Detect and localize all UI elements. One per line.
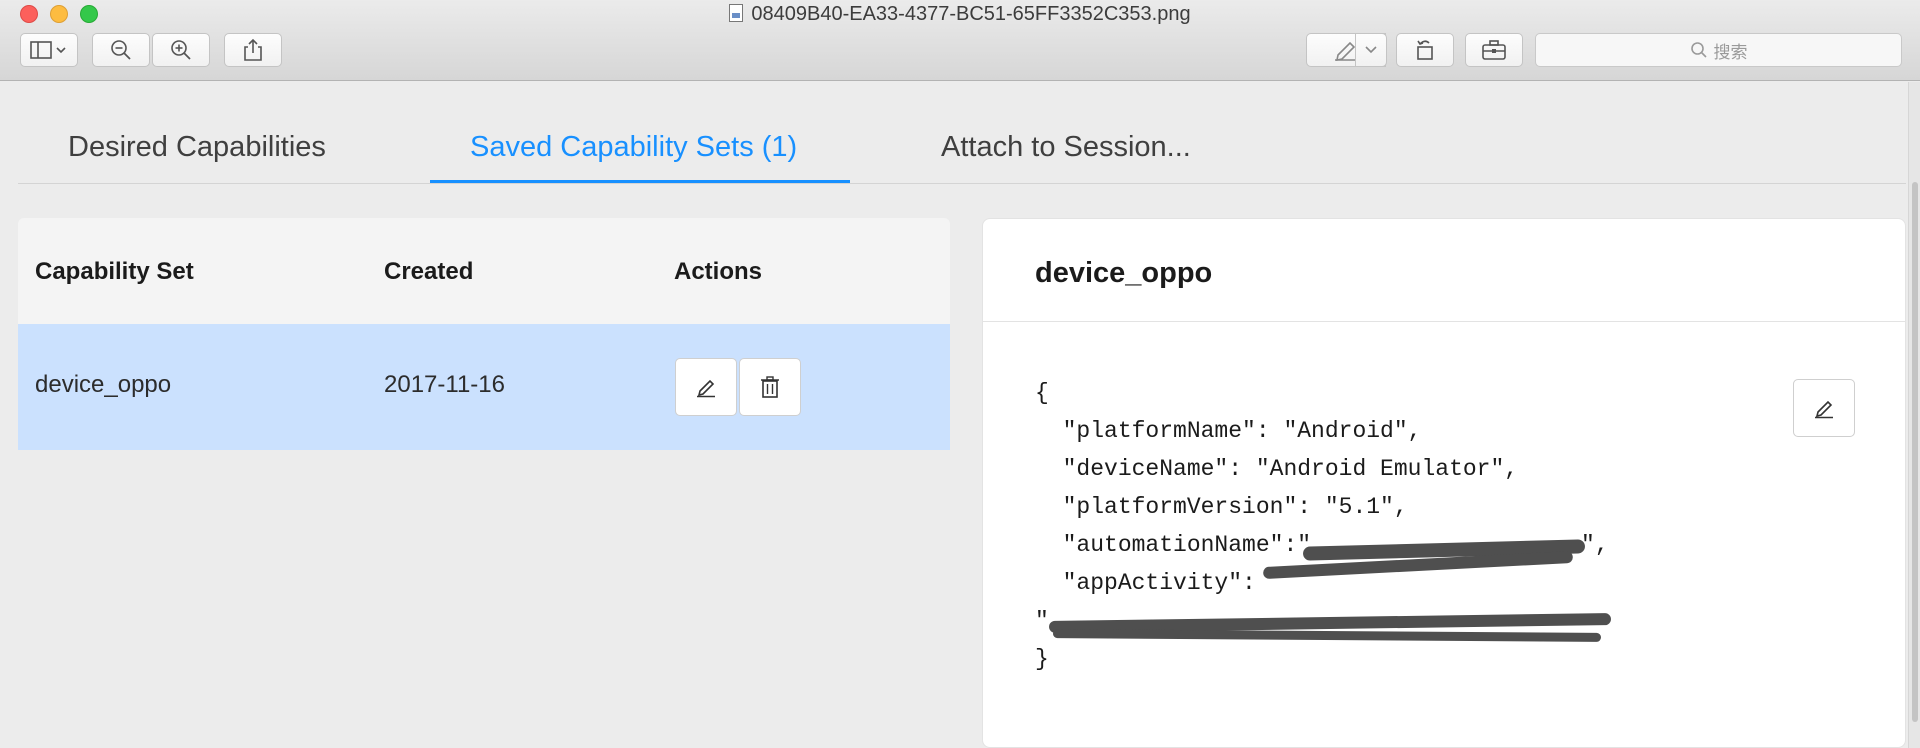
active-tab-indicator: [430, 180, 850, 183]
table-header: Capability Set Created Actions: [18, 218, 950, 324]
tab-bar: Desired Capabilities Saved Capability Se…: [18, 82, 1906, 184]
toolbox-button[interactable]: [1465, 33, 1523, 67]
column-header-created: Created: [384, 258, 474, 285]
json-line: "platformVersion": "5.1",: [1035, 494, 1408, 520]
tab-saved-capability-sets[interactable]: Saved Capability Sets (1): [470, 131, 797, 164]
tab-attach-to-session[interactable]: Attach to Session...: [941, 131, 1191, 164]
json-line: {: [1035, 380, 1049, 406]
table-row[interactable]: device_oppo 2017-11-16: [18, 324, 950, 450]
capability-set-name: device_oppo: [35, 371, 172, 398]
json-line-text: "automationName":": [1035, 532, 1312, 558]
detail-divider: [983, 321, 1905, 322]
sidebar-toggle-button[interactable]: [20, 33, 78, 67]
search-icon: [1690, 42, 1707, 58]
toolbox-icon: [1482, 40, 1506, 60]
zoom-in-icon: [171, 40, 191, 60]
search-input[interactable]: 搜索: [1535, 33, 1902, 67]
edit-icon: [1815, 400, 1833, 419]
edit-button[interactable]: [675, 358, 737, 416]
rotate-icon: [1417, 40, 1433, 60]
trash-icon: [761, 376, 779, 398]
share-button[interactable]: [224, 33, 282, 67]
zoom-in-button[interactable]: [152, 33, 210, 67]
zoom-out-button[interactable]: [92, 33, 150, 67]
window-title: 08409B40-EA33-4377-BC51-65FF3352C353.png: [0, 3, 1920, 26]
json-line: "platformName": "Android",: [1035, 418, 1422, 444]
share-icon: [244, 38, 262, 61]
png-file-icon: [729, 4, 744, 22]
zoom-out-icon: [111, 40, 131, 60]
vertical-scrollbar[interactable]: [1908, 82, 1920, 748]
main-content: Desired Capabilities Saved Capability Se…: [8, 82, 1908, 748]
edit-icon: [697, 379, 715, 398]
json-line: }: [1035, 646, 1049, 672]
search-placeholder: 搜索: [1713, 42, 1748, 62]
markup-menu-button[interactable]: [1355, 33, 1387, 67]
capability-detail-panel: device_oppo { "platformName": "Android",…: [982, 218, 1906, 748]
json-line-suffix: ",: [1581, 532, 1609, 558]
scrollbar-thumb[interactable]: [1912, 182, 1918, 722]
rotate-button[interactable]: [1396, 33, 1454, 67]
window-title-text: 08409B40-EA33-4377-BC51-65FF3352C353.png: [751, 3, 1191, 25]
edit-json-button[interactable]: [1793, 379, 1855, 437]
json-line: "deviceName": "Android Emulator",: [1035, 456, 1519, 482]
sidebar-icon: [30, 41, 66, 59]
capability-set-created: 2017-11-16: [384, 371, 505, 398]
delete-button[interactable]: [739, 358, 801, 416]
tab-desired-capabilities[interactable]: Desired Capabilities: [68, 131, 326, 164]
capability-sets-table: Capability Set Created Actions device_op…: [18, 218, 950, 748]
detail-title: device_oppo: [1035, 257, 1213, 289]
window-titlebar: 08409B40-EA33-4377-BC51-65FF3352C353.png: [0, 0, 1920, 81]
column-header-capability-set: Capability Set: [35, 258, 194, 285]
chevron-down-icon: [1365, 46, 1377, 54]
column-header-actions: Actions: [674, 258, 763, 285]
